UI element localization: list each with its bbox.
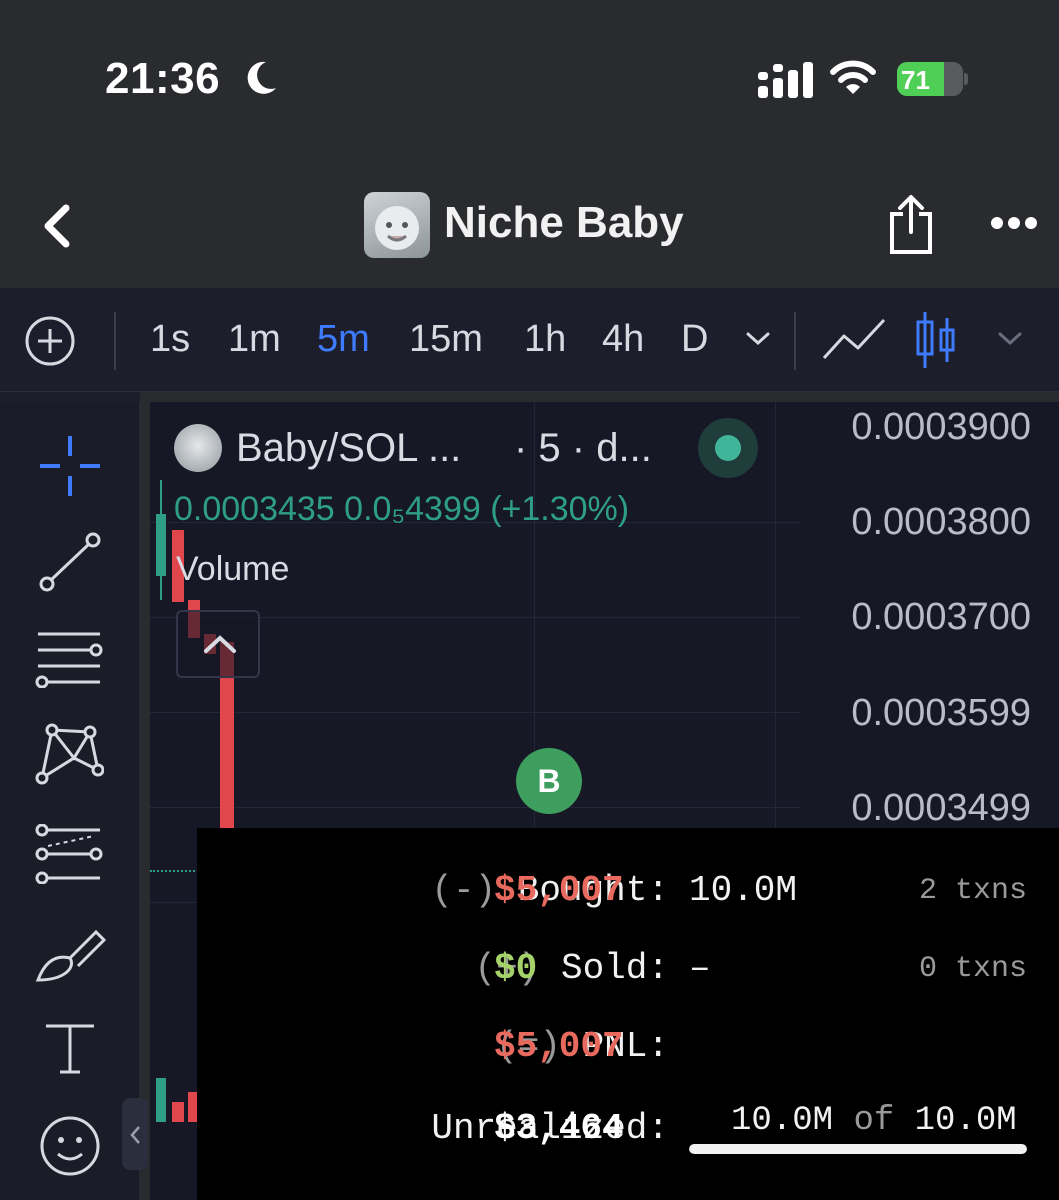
- volume-bar: [172, 1102, 184, 1122]
- text-tool-icon[interactable]: [40, 1022, 100, 1076]
- token-avatar-small: [174, 424, 222, 472]
- fib-levels-icon[interactable]: [34, 824, 104, 884]
- more-dots-icon[interactable]: [990, 216, 1038, 230]
- price-label: 0.0003599: [851, 692, 1031, 734]
- pnl-row-total: (=) PNL: $5,007: [197, 1026, 1059, 1086]
- brush-icon[interactable]: [34, 924, 108, 984]
- chevron-down-icon[interactable]: [744, 328, 772, 348]
- page-title: Niche Baby: [444, 198, 684, 247]
- price-label: 0.0003700: [851, 596, 1031, 638]
- held-of: of: [853, 1102, 895, 1140]
- timeframe-1m[interactable]: 1m: [228, 318, 281, 361]
- unrealized-value: $3,464: [494, 1108, 624, 1149]
- wifi-icon: [830, 60, 876, 94]
- share-icon[interactable]: [886, 194, 936, 256]
- horizontal-lines-icon[interactable]: [34, 628, 104, 688]
- buy-marker[interactable]: B: [516, 748, 582, 814]
- bought-amount: 10.0M: [689, 870, 798, 911]
- held-amount: 10.0M: [731, 1102, 834, 1140]
- timeframe-d[interactable]: D: [681, 318, 708, 361]
- collapse-legend-button[interactable]: [176, 610, 260, 678]
- emoji-icon[interactable]: [38, 1114, 102, 1178]
- battery-level: 71: [901, 65, 930, 95]
- legend-values: 0.0003435 0.0₅4399 (+1.30%): [174, 490, 630, 528]
- live-status-dot: [698, 418, 758, 478]
- sold-amount: –: [689, 948, 711, 989]
- pattern-icon[interactable]: [34, 722, 104, 786]
- status-time: 21:36: [105, 54, 221, 103]
- bought-value: $5,007: [494, 870, 624, 911]
- pnl-panel: (-) Bought: $5,007 10.0M 2 txns (+) Sold…: [197, 828, 1059, 1200]
- price-label: 0.0003499: [851, 787, 1031, 829]
- chevron-up-icon: [204, 635, 236, 653]
- token-header: Niche Baby: [0, 170, 1059, 288]
- legend-interval: · 5 · d...: [514, 426, 652, 470]
- holding-summary: 10.0M of 10.0M: [731, 1102, 1017, 1140]
- signal-icon: [758, 62, 813, 98]
- legend-symbol[interactable]: Baby/SOL ...: [236, 426, 461, 471]
- toolbar-divider: [114, 312, 116, 370]
- sold-value: $0: [494, 948, 538, 989]
- status-bar: 21:36 71: [0, 0, 1059, 170]
- candle: [156, 514, 166, 576]
- holding-progress-bar: [689, 1144, 1027, 1154]
- add-circle-icon[interactable]: [24, 315, 76, 367]
- price-label: 0.0003900: [851, 406, 1031, 448]
- expand-sidebar-tab[interactable]: [122, 1098, 148, 1170]
- timeframe-toolbar: 1s 1m 5m 15m 1h 4h D: [0, 288, 1059, 392]
- pnl-value: $5,007: [494, 1026, 624, 1067]
- volume-label: Volume: [176, 550, 290, 588]
- trend-line-icon[interactable]: [38, 530, 102, 594]
- back-chevron-icon[interactable]: [40, 202, 74, 250]
- timeframe-1s[interactable]: 1s: [150, 318, 190, 361]
- pnl-row-unrealized: Unrealized: $3,464 10.0M of 10.0M: [197, 1102, 1059, 1168]
- bought-txns: 2 txns: [918, 874, 1027, 908]
- drawing-tools-sidebar: [0, 392, 140, 1200]
- timeframe-4h[interactable]: 4h: [602, 318, 644, 361]
- toolbar-divider: [794, 312, 796, 370]
- price-label: 0.0003800: [851, 501, 1031, 543]
- timeframe-15m[interactable]: 15m: [409, 318, 483, 361]
- moon-icon: [247, 61, 276, 94]
- pnl-row-bought: (-) Bought: $5,007 10.0M 2 txns: [197, 870, 1059, 930]
- chevron-left-icon: [130, 1126, 140, 1144]
- candlestick-icon[interactable]: [914, 310, 960, 370]
- timeframe-5m[interactable]: 5m: [317, 318, 370, 361]
- sign-minus: (-): [431, 870, 497, 911]
- pnl-row-sold: (+) Sold: $0 – 0 txns: [197, 948, 1059, 1008]
- sold-label: Sold:: [560, 948, 669, 989]
- volume-bar: [156, 1078, 166, 1122]
- line-chart-icon[interactable]: [822, 316, 886, 364]
- crosshair-icon[interactable]: [38, 434, 102, 498]
- total-amount: 10.0M: [914, 1102, 1017, 1140]
- chevron-down-icon[interactable]: [996, 328, 1024, 348]
- timeframe-1h[interactable]: 1h: [524, 318, 566, 361]
- battery-charging-icon: 71: [897, 62, 968, 96]
- token-avatar: [364, 192, 430, 258]
- sold-txns: 0 txns: [918, 952, 1027, 986]
